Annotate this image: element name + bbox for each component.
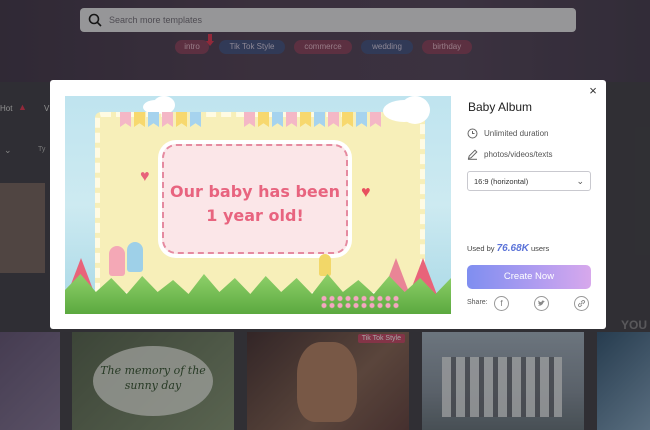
share-label: Share: [467, 299, 488, 306]
usage-suffix: users [530, 244, 550, 253]
close-icon[interactable]: × [586, 84, 600, 98]
aspect-ratio-select[interactable]: 16:9 (horizontal) ⌄ [467, 171, 591, 191]
preview-text-line1: Our baby has been [170, 182, 340, 201]
pencil-icon [467, 149, 478, 160]
template-modal: × Our baby has been 1 year old! ♥ ♥ Baby… [50, 80, 606, 329]
duration-row: Unlimited duration [467, 128, 593, 139]
usage-prefix: Used by [467, 244, 495, 253]
bunting-decoration [120, 112, 390, 130]
template-preview[interactable]: Our baby has been 1 year old! ♥ ♥ [65, 96, 451, 314]
cloud-shape [400, 96, 430, 124]
flowers-decoration [320, 295, 400, 309]
template-info: Baby Album Unlimited duration photos/vid… [467, 100, 593, 191]
aspect-ratio-value: 16:9 (horizontal) [474, 176, 529, 186]
duration-label: Unlimited duration [484, 129, 549, 138]
facebook-icon[interactable]: f [494, 296, 509, 311]
popsicle-shape [109, 246, 125, 276]
template-title: Baby Album [468, 100, 533, 114]
create-now-button[interactable]: Create Now [467, 265, 591, 289]
preview-text-line2: 1 year old! [206, 206, 304, 225]
heart-icon: ♥ [361, 184, 371, 201]
twitter-icon[interactable] [534, 296, 549, 311]
clock-icon [467, 128, 478, 139]
usage-number: 76.68K [496, 243, 529, 254]
preview-frame: Our baby has been 1 year old! [162, 144, 348, 254]
preview-text: Our baby has been 1 year old! [164, 180, 346, 228]
popsicle-shape [127, 242, 143, 272]
usage-count: Used by 76.68K users [467, 243, 549, 254]
heart-icon: ♥ [140, 168, 150, 185]
content-row: photos/videos/texts [467, 149, 593, 160]
chevron-down-icon: ⌄ [576, 175, 584, 186]
bottle-shape [319, 254, 331, 276]
link-icon[interactable] [574, 296, 589, 311]
content-label: photos/videos/texts [484, 150, 553, 159]
